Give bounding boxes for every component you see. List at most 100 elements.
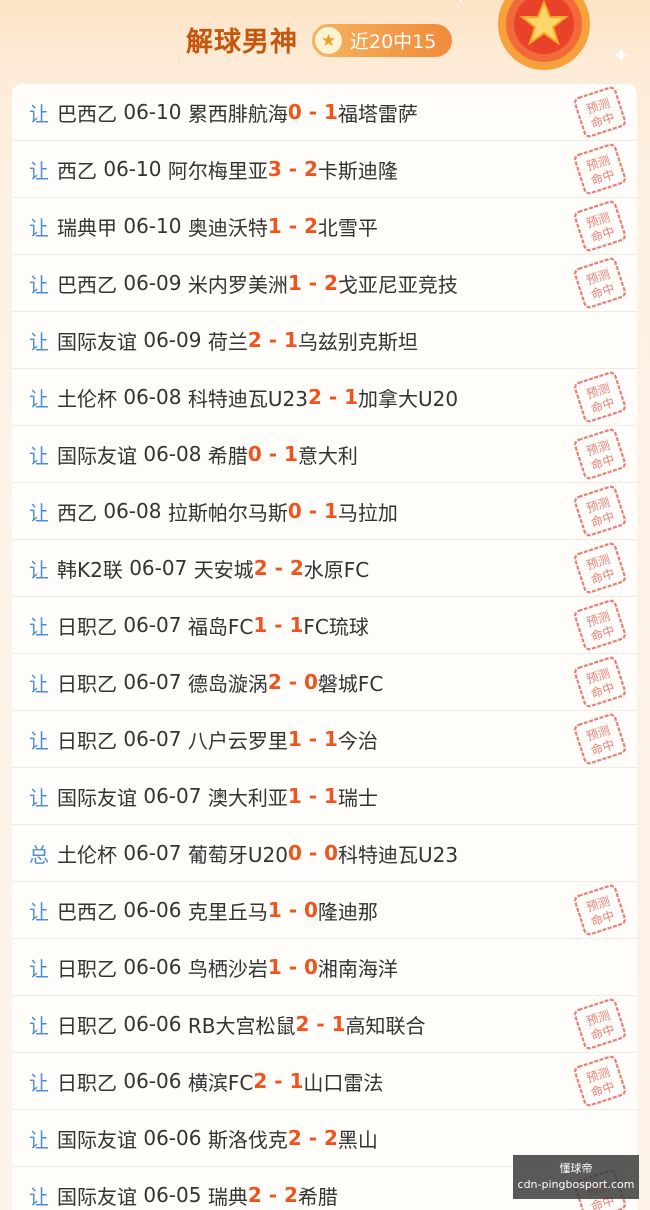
bet-type: 让 xyxy=(29,557,49,582)
home-score: 1 xyxy=(267,898,282,922)
away-score: 1 xyxy=(324,784,338,808)
score-separator: - xyxy=(281,898,304,922)
match-date: 06-05 xyxy=(143,1183,202,1207)
score-separator: - xyxy=(301,499,324,523)
star-icon: ★ xyxy=(315,27,342,54)
away-score: 2 xyxy=(289,556,304,580)
home-team: 福岛FC xyxy=(187,614,254,639)
match-date: 06-06 xyxy=(123,955,182,979)
home-score: 1 xyxy=(267,214,282,238)
bet-type: 让 xyxy=(29,215,49,240)
away-team: 意大利 xyxy=(297,443,358,468)
bet-type: 让 xyxy=(29,272,49,297)
home-team: 克里丘马 xyxy=(187,899,268,924)
match-date: 06-07 xyxy=(123,727,182,751)
home-score: 1 xyxy=(267,955,282,979)
bet-type: 让 xyxy=(29,728,49,753)
away-score: 0 xyxy=(324,841,339,865)
away-score: 2 xyxy=(324,271,338,295)
match-row[interactable]: 总土伦杯 06-07 葡萄牙U20 0 - 0 科特迪瓦U23 xyxy=(12,825,637,882)
home-score: 2 xyxy=(247,328,262,352)
away-score: 1 xyxy=(331,1012,346,1036)
away-team: 福塔雷萨 xyxy=(337,101,418,126)
match-row[interactable]: 让国际友谊 06-09 荷兰 2 - 1 乌兹别克斯坦 xyxy=(12,312,637,369)
home-team: 天安城 xyxy=(193,557,254,582)
home-team: 德岛漩涡 xyxy=(187,671,268,696)
score-separator: - xyxy=(281,955,304,979)
match-row[interactable]: 让日职乙 06-06 鸟栖沙岩 1 - 0 湘南海洋 xyxy=(12,939,637,996)
match-row[interactable]: 让瑞典甲 06-10 奥迪沃特 1 - 2 北雪平 预测 命中 xyxy=(12,198,637,255)
bet-type: 让 xyxy=(29,956,49,981)
home-team: 八户云罗里 xyxy=(187,728,288,753)
home-team: 科特迪瓦U23 xyxy=(187,386,308,411)
league: 日职乙 xyxy=(57,671,117,696)
score-separator: - xyxy=(301,784,324,808)
home-score: 0 xyxy=(287,100,302,124)
home-score: 1 xyxy=(287,727,302,751)
home-team: 米内罗美洲 xyxy=(187,272,288,297)
sparkle-icon: ✦ xyxy=(455,0,467,8)
match-row[interactable]: 让土伦杯 06-08 科特迪瓦U23 2 - 1 加拿大U20 预测 命中 xyxy=(12,369,637,426)
match-row[interactable]: 让国际友谊 06-08 希腊 0 - 1 意大利 预测 命中 xyxy=(12,426,637,483)
league: 国际友谊 xyxy=(57,1184,137,1209)
home-team: 斯洛伐克 xyxy=(207,1127,288,1152)
match-row[interactable]: 让巴西乙 06-09 米内罗美洲 1 - 2 戈亚尼亚竞技 预测 命中 xyxy=(12,255,637,312)
match-row[interactable]: 让巴西乙 06-10 累西腓航海 0 - 1 福塔雷萨 预测 命中 xyxy=(12,84,637,141)
away-team: 隆迪那 xyxy=(317,899,378,924)
away-score: 1 xyxy=(289,613,304,637)
league: 日职乙 xyxy=(57,956,117,981)
score-separator: - xyxy=(267,1069,290,1093)
match-row[interactable]: 让国际友谊 06-07 澳大利亚 1 - 1 瑞士 xyxy=(12,768,637,825)
record-badge: ★ 近20中15 xyxy=(312,24,452,57)
home-team: 瑞典 xyxy=(207,1184,248,1209)
match-date: 06-06 xyxy=(123,1069,182,1093)
home-score: 2 xyxy=(295,1012,310,1036)
match-date: 06-06 xyxy=(143,1126,202,1150)
home-team: 澳大利亚 xyxy=(207,785,288,810)
match-date: 06-07 xyxy=(123,613,182,637)
away-team: 加拿大U20 xyxy=(358,386,459,411)
prediction-hit-stamp: 预测命中 xyxy=(574,656,626,708)
bet-type: 让 xyxy=(29,1070,49,1095)
bet-type: 总 xyxy=(29,842,49,867)
match-date: 06-07 xyxy=(123,670,182,694)
away-score: 2 xyxy=(304,157,318,181)
away-team: 马拉加 xyxy=(337,500,398,525)
league: 日职乙 xyxy=(57,1070,117,1095)
match-date: 06-10 xyxy=(103,157,162,181)
prediction-hit-stamp: 预测命中 xyxy=(574,200,626,252)
score-separator: - xyxy=(267,556,290,580)
bet-type: 让 xyxy=(29,101,49,126)
score-separator: - xyxy=(301,841,325,865)
match-row[interactable]: 让西乙 06-10 阿尔梅里亚 3 - 2 卡斯迪隆 预测 命中 xyxy=(12,141,637,198)
page-title: 解球男神 xyxy=(186,27,298,58)
match-row[interactable]: 让西乙 06-08 拉斯帕尔马斯 0 - 1 马拉加 预测 命中 xyxy=(12,483,637,540)
score-separator: - xyxy=(309,1012,332,1036)
home-score: 2 xyxy=(267,670,282,694)
match-date: 06-08 xyxy=(123,385,182,409)
match-row[interactable]: 让日职乙 06-06 横滨FC 2 - 1 山口雷法 预测 命中 xyxy=(12,1053,637,1110)
prediction-hit-stamp: 预测命中 xyxy=(574,542,626,594)
home-score: 1 xyxy=(253,613,268,637)
match-date: 06-07 xyxy=(123,841,182,865)
bet-type: 让 xyxy=(29,899,49,924)
bet-type: 让 xyxy=(29,329,49,354)
away-team: FC琉球 xyxy=(303,614,369,639)
away-score: 1 xyxy=(284,328,298,352)
away-team: 乌兹别克斯坦 xyxy=(297,329,418,354)
match-row[interactable]: 让日职乙 06-07 福岛FC 1 - 1 FC琉球 预测 命中 xyxy=(12,597,637,654)
match-row[interactable]: 让日职乙 06-06 RB大宫松鼠 2 - 1 高知联合 预测 命中 xyxy=(12,996,637,1053)
bet-type: 让 xyxy=(29,1013,49,1038)
home-score: 2 xyxy=(247,1183,262,1207)
home-team: 阿尔梅里亚 xyxy=(167,158,268,183)
match-row[interactable]: 让巴西乙 06-06 克里丘马 1 - 0 隆迪那 预测 命中 xyxy=(12,882,637,939)
medal-icon xyxy=(498,0,590,70)
match-row[interactable]: 让日职乙 06-07 八户云罗里 1 - 1 今治 预测 命中 xyxy=(12,711,637,768)
match-row[interactable]: 让韩K2联 06-07 天安城 2 - 2 水原FC 预测 命中 xyxy=(12,540,637,597)
match-row[interactable]: 让日职乙 06-07 德岛漩涡 2 - 0 磐城FC 预测 命中 xyxy=(12,654,637,711)
home-team: 希腊 xyxy=(207,443,248,468)
match-date: 06-10 xyxy=(123,100,182,124)
bet-type: 让 xyxy=(29,785,49,810)
score-separator: - xyxy=(301,271,324,295)
bet-type: 让 xyxy=(29,1127,49,1152)
